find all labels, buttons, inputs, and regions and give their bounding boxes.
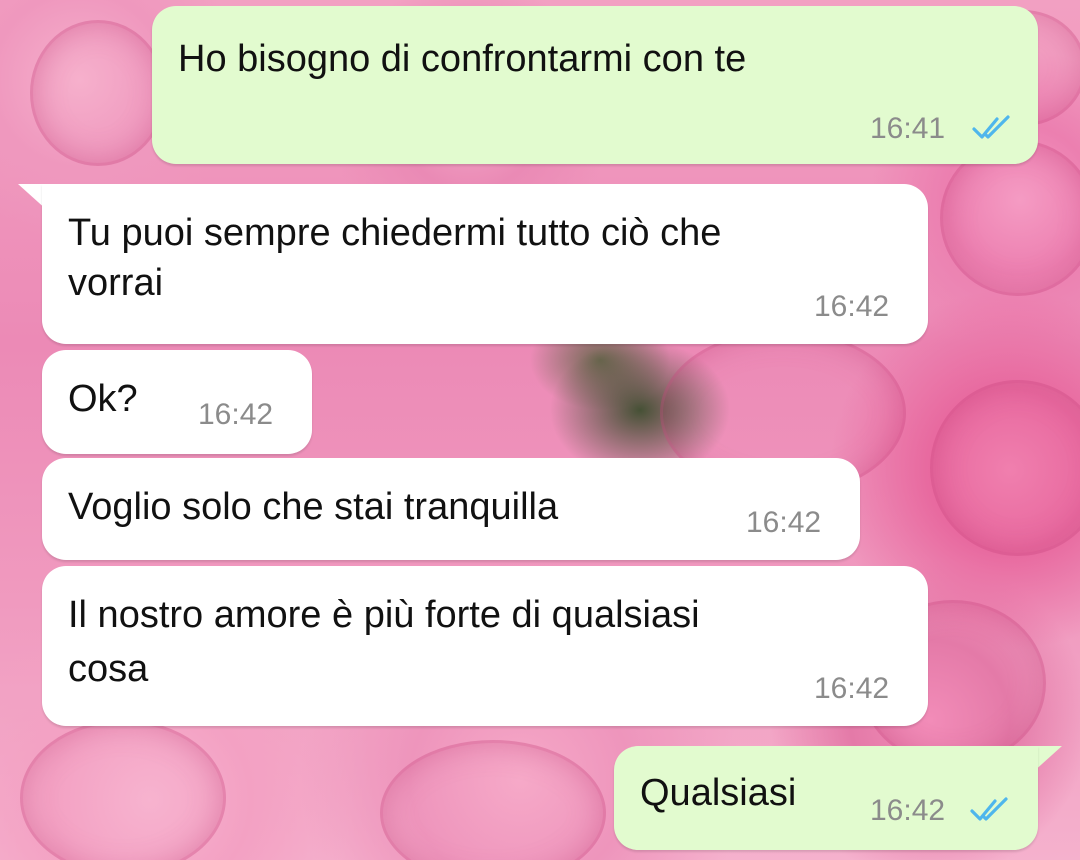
- message-text: Ho bisogno di confrontarmi con te: [178, 38, 747, 80]
- message-time: 16:42: [198, 398, 274, 431]
- message-time: 16:41: [870, 112, 946, 145]
- message-bubble-outgoing[interactable]: Qualsiasi 16:42: [614, 746, 1038, 850]
- message-bubble-incoming[interactable]: Tu puoi sempre chiedermi tutto ciò che v…: [42, 184, 928, 344]
- message-bubble-outgoing[interactable]: Ho bisogno di confrontarmi con te 16:41: [152, 6, 1038, 164]
- rose-decoration: [930, 380, 1080, 556]
- message-time: 16:42: [870, 794, 946, 827]
- message-text-line: Tu puoi sempre chiedermi tutto ciò che: [68, 212, 722, 254]
- message-time: 16:42: [814, 672, 890, 705]
- message-bubble-incoming[interactable]: Il nostro amore è più forte di qualsiasi…: [42, 566, 928, 726]
- rose-decoration: [20, 720, 226, 860]
- message-text: Qualsiasi: [640, 772, 797, 814]
- rose-decoration: [380, 740, 606, 860]
- message-text-line: vorrai: [68, 262, 164, 304]
- message-text-line: cosa: [68, 648, 149, 690]
- double-check-icon: [972, 115, 1010, 139]
- message-time: 16:42: [746, 506, 822, 539]
- message-bubble-incoming[interactable]: Voglio solo che stai tranquilla 16:42: [42, 458, 860, 560]
- double-check-icon: [970, 797, 1008, 821]
- message-bubble-incoming[interactable]: Ok? 16:42: [42, 350, 312, 454]
- rose-decoration: [30, 20, 166, 166]
- message-text-line: Il nostro amore è più forte di qualsiasi: [68, 594, 700, 636]
- message-text: Voglio solo che stai tranquilla: [68, 486, 559, 528]
- message-time: 16:42: [814, 290, 890, 323]
- message-text: Ok?: [68, 378, 138, 420]
